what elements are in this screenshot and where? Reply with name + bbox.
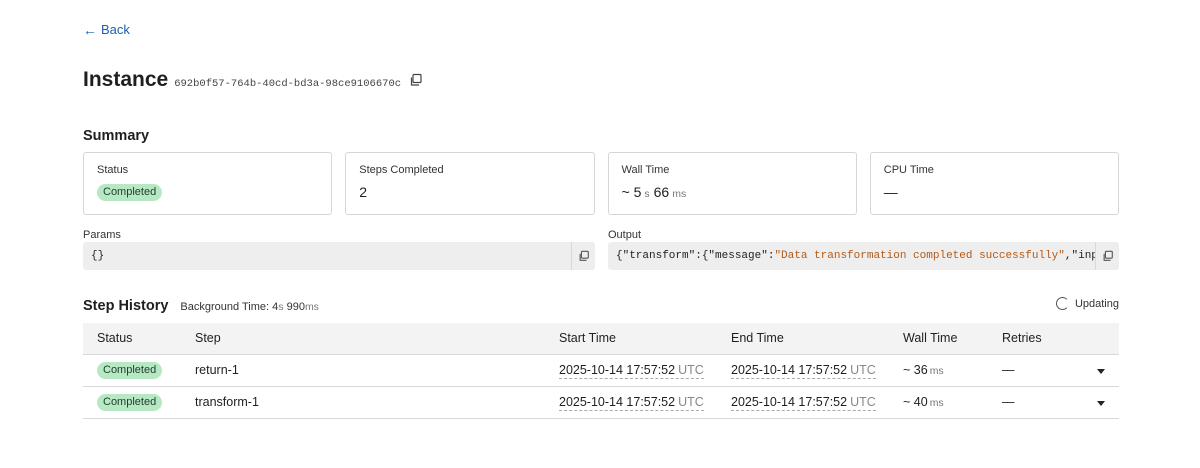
row-expand-cell [1083, 386, 1119, 418]
background-time-ms-unit: ms [304, 301, 319, 313]
output-value: {"transform":{"message":"Data transforma… [608, 250, 1095, 262]
chevron-down-icon[interactable] [1097, 369, 1105, 374]
row-wall-time: ~ 40 ms [889, 386, 988, 418]
row-end-time[interactable]: 2025-10-14 17:57:52 UTC [731, 363, 876, 379]
chevron-down-icon[interactable] [1097, 401, 1105, 406]
row-start-time-cell: 2025-10-14 17:57:52 UTC [545, 386, 717, 418]
status-card: Status Completed [83, 152, 333, 215]
column-header-step: Step [195, 331, 221, 346]
end-time-tz: UTC [850, 395, 876, 409]
output-label: Output [608, 229, 642, 241]
end-time-value: 2025-10-14 17:57:52 [731, 395, 848, 409]
table-row[interactable]: Completed transform-1 2025-10-14 17:57:5… [83, 386, 1119, 418]
row-status-cell: Completed [83, 354, 181, 386]
step-history-header: Step History Background Time: 4s 990ms U… [83, 297, 1119, 314]
start-time-value: 2025-10-14 17:57:52 [559, 363, 676, 377]
output-json-part3: ,"inputData":{ [1064, 250, 1095, 262]
column-header-retries: Retries [1002, 331, 1042, 346]
wall-time-ms: 66 [653, 184, 670, 200]
column-header-wall-time: Wall Time [903, 331, 958, 346]
steps-completed-card: Steps Completed 2 [345, 152, 595, 215]
copy-icon[interactable] [409, 73, 423, 87]
row-retries: — [1002, 363, 1015, 377]
status-card-label: Status [97, 164, 129, 176]
wall-time-seconds: 5 [633, 184, 642, 200]
row-wall-time: ~ 36 ms [889, 354, 988, 386]
wall-time-unit: ms [929, 365, 944, 377]
params-box: {} [83, 242, 595, 270]
cpu-time-label: CPU Time [883, 164, 934, 176]
table-header-row: Status Step Start Time End Time Wall Tim… [83, 323, 1119, 354]
start-time-value: 2025-10-14 17:57:52 [559, 395, 676, 409]
wall-time-seconds-unit: s [644, 188, 650, 200]
updating-label: Updating [1074, 297, 1119, 310]
column-header-status: Status [97, 331, 133, 346]
background-time-seconds-unit: s [278, 301, 284, 313]
summary-cards: Status Completed Steps Completed 2 Wall … [83, 152, 1119, 215]
background-time-ms: 990 [286, 301, 305, 313]
arrow-left-icon: ← [83, 21, 97, 38]
spinner-icon [1055, 297, 1069, 310]
column-header-start-time: Start Time [559, 331, 616, 346]
step-history-table: Status Step Start Time End Time Wall Tim… [83, 323, 1119, 419]
row-retries: — [1002, 395, 1015, 409]
background-time: Background Time: 4s 990ms [180, 301, 319, 313]
output-copy-icon[interactable] [1095, 242, 1119, 270]
steps-completed-value: 2 [359, 184, 368, 200]
updating-indicator: Updating [1055, 297, 1119, 310]
row-end-time-cell: 2025-10-14 17:57:52 UTC [717, 386, 889, 418]
params-copy-icon[interactable] [571, 242, 595, 270]
page-title: Instance [83, 68, 169, 91]
end-time-tz: UTC [850, 363, 876, 377]
column-header-expand [1083, 323, 1119, 354]
cpu-time-value: — [883, 184, 898, 200]
wall-time-label: Wall Time [621, 164, 670, 176]
output-json-part1: {"transform":{"message": [616, 250, 775, 262]
instance-id: 692b0f57-764b-40cd-bd3a-98ce9106670c [174, 78, 402, 90]
row-start-time[interactable]: 2025-10-14 17:57:52 UTC [559, 363, 704, 379]
row-end-time[interactable]: 2025-10-14 17:57:52 UTC [731, 395, 876, 411]
wall-time-unit: ms [929, 397, 944, 409]
page-header: Instance 692b0f57-764b-40cd-bd3a-98ce910… [83, 68, 423, 92]
step-history-title: Step History [83, 298, 169, 314]
summary-title: Summary [83, 128, 150, 144]
row-status-cell: Completed [83, 386, 181, 418]
background-time-label: Background Time: [180, 301, 270, 313]
row-step-name: return-1 [195, 363, 239, 377]
status-badge: Completed [97, 184, 163, 201]
table-row[interactable]: Completed return-1 2025-10-14 17:57:52 UT… [83, 354, 1119, 386]
wall-time-prefix: ~ [903, 363, 914, 377]
end-time-value: 2025-10-14 17:57:52 [731, 363, 848, 377]
row-start-time-cell: 2025-10-14 17:57:52 UTC [545, 354, 717, 386]
steps-completed-label: Steps Completed [359, 164, 444, 176]
wall-time-number: 40 [913, 395, 928, 409]
params-label: Params [83, 229, 121, 241]
cpu-time-card: CPU Time — [869, 152, 1119, 215]
wall-time-prefix: ~ [621, 184, 634, 200]
wall-time-value: ~ 5 s 66 ms [622, 184, 843, 200]
column-header-end-time: End Time [731, 331, 784, 346]
row-expand-cell [1083, 354, 1119, 386]
wall-time-ms-unit: ms [672, 188, 687, 200]
row-step-name: transform-1 [195, 395, 259, 409]
status-badge: Completed [97, 393, 163, 411]
output-json-string: "Data transformation completed successfu… [774, 250, 1065, 262]
wall-time-card: Wall Time ~ 5 s 66 ms [607, 152, 857, 215]
status-badge: Completed [97, 361, 163, 379]
wall-time-prefix: ~ [903, 395, 914, 409]
back-label: Back [101, 22, 130, 37]
row-start-time[interactable]: 2025-10-14 17:57:52 UTC [559, 395, 704, 411]
params-value: {} [91, 250, 105, 262]
output-box: {"transform":{"message":"Data transforma… [608, 242, 1119, 270]
row-end-time-cell: 2025-10-14 17:57:52 UTC [717, 354, 889, 386]
wall-time-number: 36 [913, 363, 928, 377]
start-time-tz: UTC [678, 363, 704, 377]
start-time-tz: UTC [678, 395, 704, 409]
back-link[interactable]: ← Back [83, 22, 130, 37]
